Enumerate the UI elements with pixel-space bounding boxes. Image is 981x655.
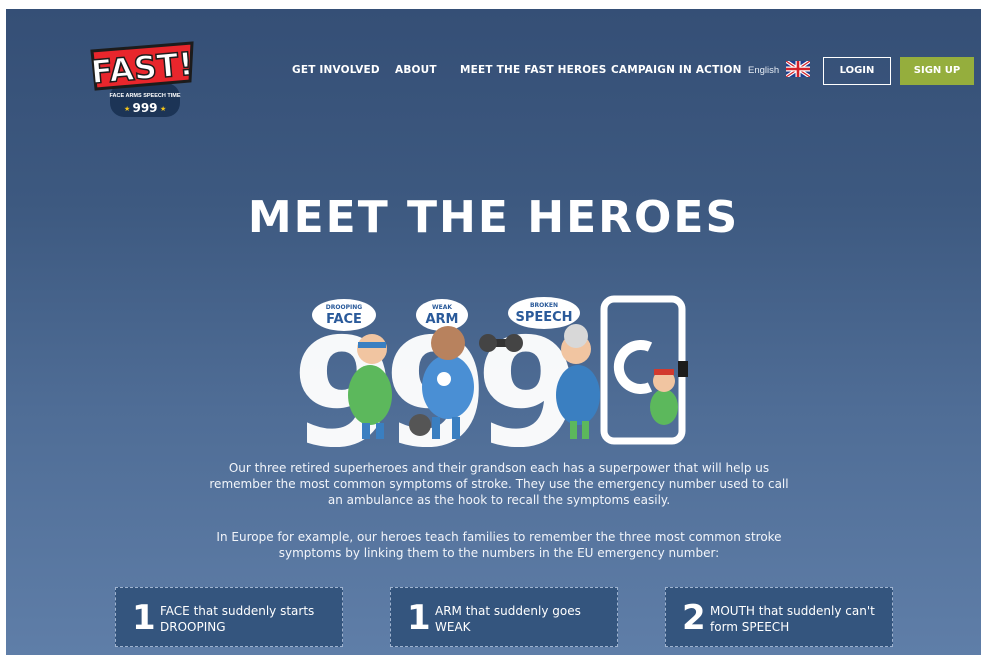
- heroes-illustration: 9 9 9 DROOPING FACE WEAK ARM BROKEN SPEE…: [292, 295, 688, 447]
- badge-speech-top: BROKEN: [530, 302, 558, 309]
- phone-handset-icon: [613, 340, 653, 394]
- card-number: 2: [682, 598, 706, 638]
- badge-arm-top: WEAK: [432, 304, 452, 311]
- page: FAST! FACE ARMS SPEECH TIME 999 ★ ★ GET …: [6, 9, 981, 655]
- badge-arm-main: ARM: [425, 312, 458, 327]
- badge-speech-main: SPEECH: [515, 310, 572, 325]
- nav-get-involved[interactable]: GET INVOLVED: [292, 64, 380, 76]
- top-nav: GET INVOLVED ABOUT MEET THE FAST HEROES …: [6, 57, 981, 87]
- symptom-card-face: 1 FACE that suddenly starts DROOPING: [115, 587, 343, 647]
- card-text: FACE that suddenly starts DROOPING: [160, 604, 315, 634]
- signup-button[interactable]: SIGN UP: [900, 57, 974, 85]
- nav-campaign-in-action[interactable]: CAMPAIGN IN ACTION: [611, 64, 742, 76]
- card-text: ARM that suddenly goes WEAK: [435, 604, 581, 634]
- star-icon: ★: [160, 105, 166, 113]
- card-text: MOUTH that suddenly can't form SPEECH: [710, 604, 875, 634]
- nav-about[interactable]: ABOUT: [395, 64, 437, 76]
- symptom-card-speech: 2 MOUTH that suddenly can't form SPEECH: [665, 587, 893, 647]
- badge-face-top: DROOPING: [326, 304, 362, 311]
- nav-meet-the-fast-heroes[interactable]: MEET THE FAST HEROES: [460, 64, 607, 76]
- badge-face-main: FACE: [326, 312, 362, 327]
- star-icon: ★: [124, 105, 130, 113]
- symptom-card-arm: 1 ARM that suddenly goes WEAK: [390, 587, 618, 647]
- card-number: 1: [407, 598, 431, 638]
- logo-number: 999: [132, 101, 157, 115]
- uk-flag-icon[interactable]: [786, 61, 810, 77]
- europe-paragraph: In Europe for example, our heroes teach …: [216, 530, 782, 560]
- card-number: 1: [132, 598, 156, 638]
- page-title: MEET THE HEROES: [247, 192, 740, 243]
- intro-paragraph: Our three retired superheroes and their …: [209, 461, 789, 507]
- logo-tagline: FACE ARMS SPEECH TIME: [110, 93, 181, 99]
- login-button[interactable]: LOGIN: [823, 57, 891, 85]
- language-selector[interactable]: English: [748, 65, 779, 76]
